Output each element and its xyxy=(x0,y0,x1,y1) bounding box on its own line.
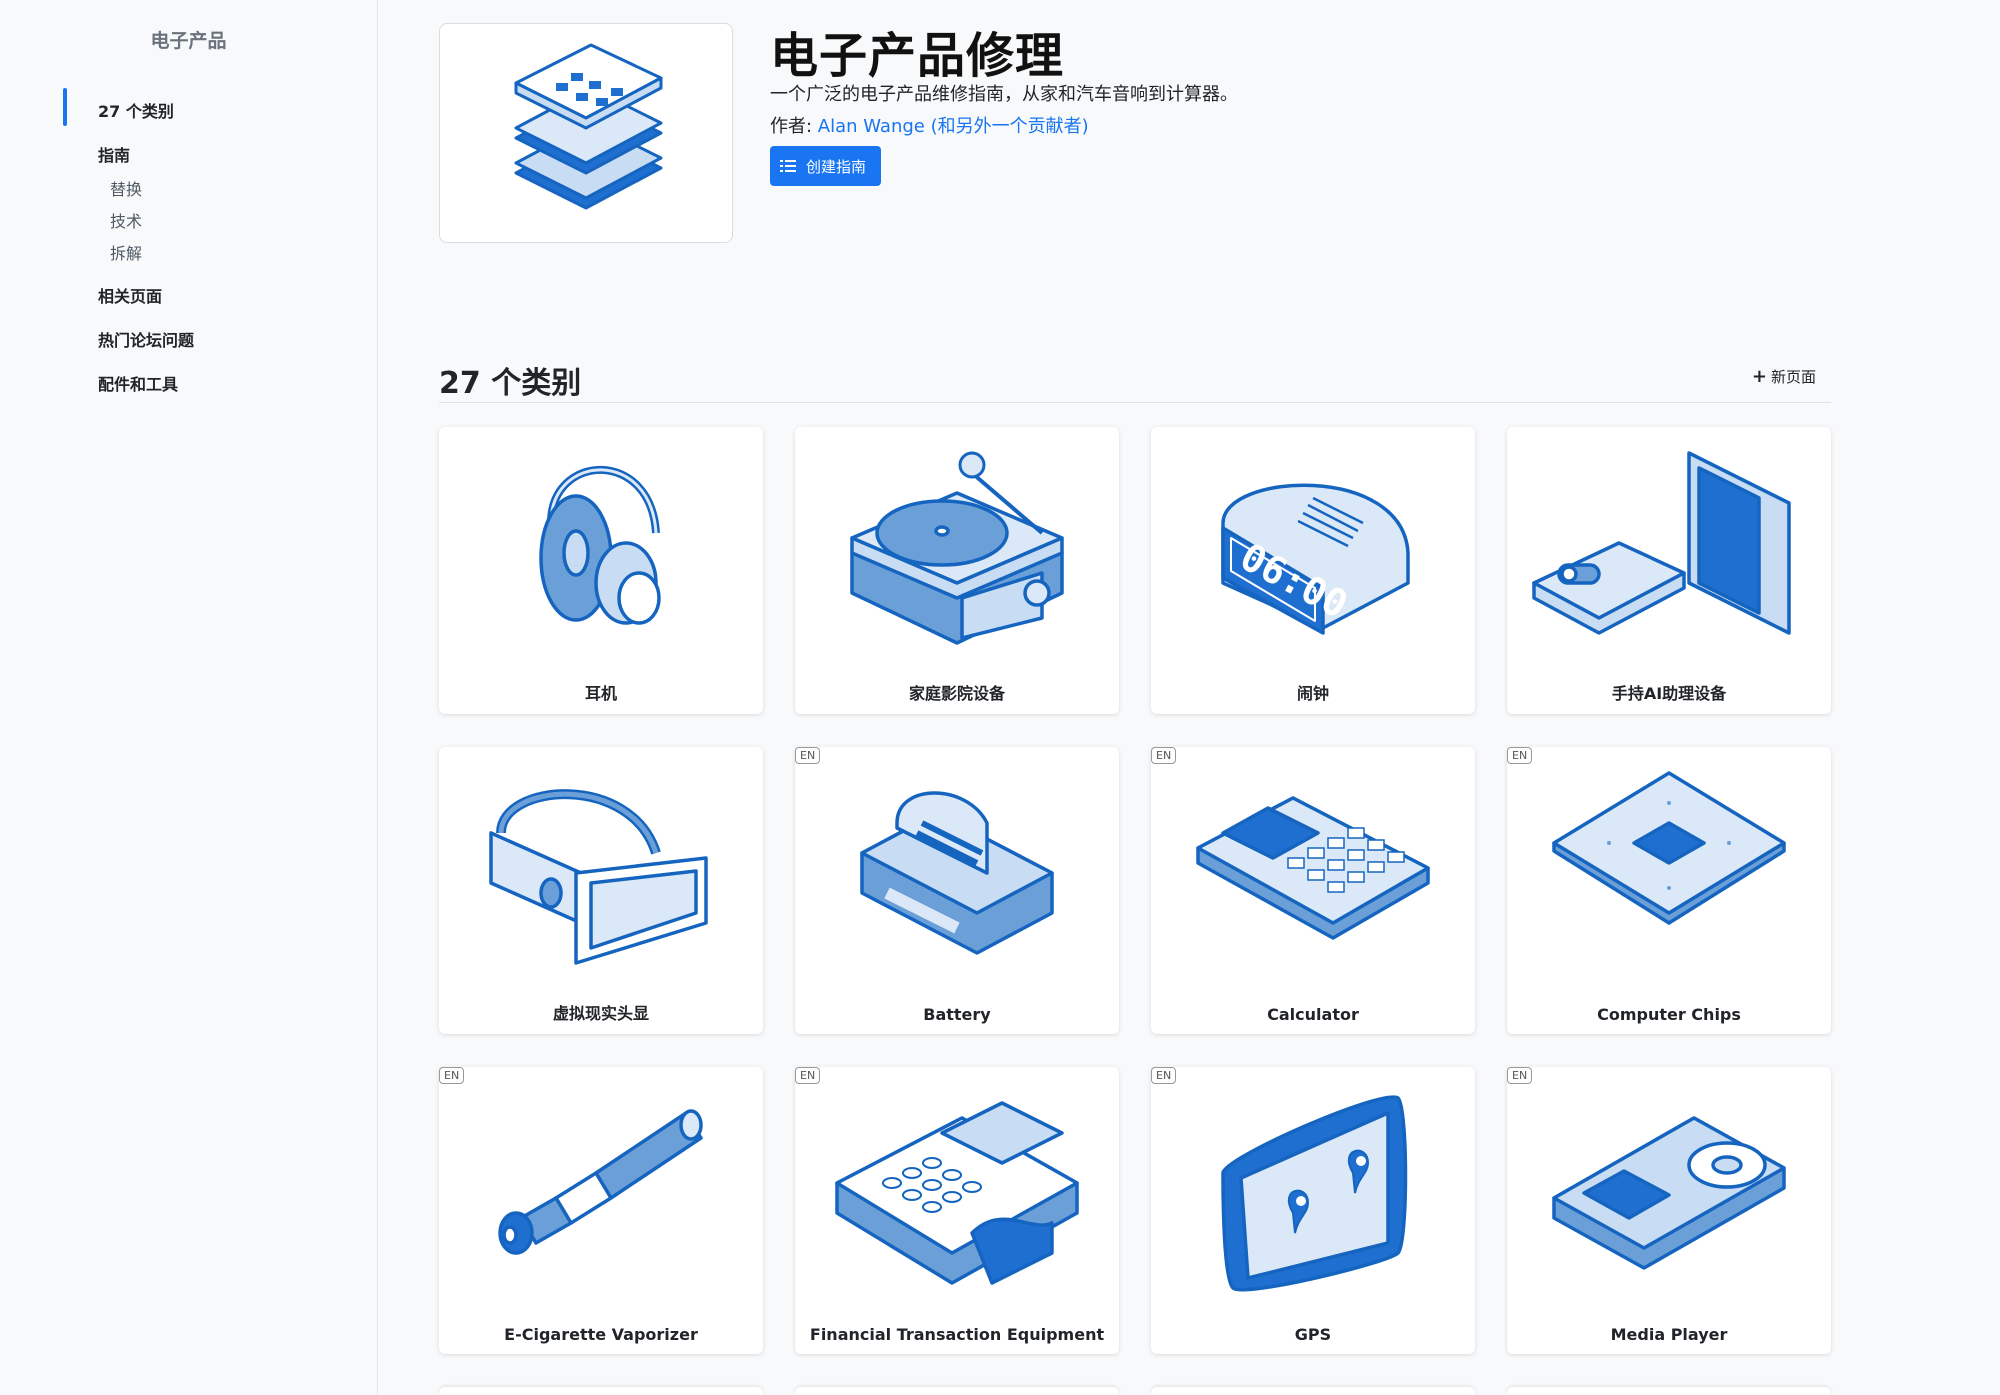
new-page-button[interactable]: + 新页面 xyxy=(1752,366,1816,387)
sidebar-item-categories[interactable]: 27 个类别 xyxy=(98,98,174,122)
en-badge: EN xyxy=(1151,747,1177,764)
category-card-media-player[interactable]: EN Media Player xyxy=(1507,1067,1831,1354)
section-divider xyxy=(439,402,1831,403)
category-label: 手持AI助理设备 xyxy=(1611,684,1727,703)
turntable-icon xyxy=(850,451,1064,645)
sidebar: 电子产品 27 个类别 指南 替换 技术 拆解 相关页面 热门论坛问题 配件和工… xyxy=(0,0,378,1395)
en-badge: EN xyxy=(1507,747,1533,764)
sidebar-item-related[interactable]: 相关页面 xyxy=(98,283,162,307)
category-label: Computer Chips xyxy=(1597,1005,1741,1024)
en-badge: EN xyxy=(1151,1067,1177,1084)
new-page-label: 新页面 xyxy=(1770,368,1816,386)
category-grid: 耳机 家庭影院设备 06:00 闹钟 手持AI助理设备 虚拟现实头显 EN Ba… xyxy=(439,427,1831,1395)
sidebar-active-indicator xyxy=(63,88,67,126)
category-label: GPS xyxy=(1294,1325,1332,1344)
headphones-icon xyxy=(539,465,661,625)
category-card-battery[interactable]: EN Battery xyxy=(795,747,1119,1034)
category-card-headphones[interactable]: 耳机 xyxy=(439,427,763,714)
hero-image xyxy=(439,23,733,243)
sidebar-title: 电子产品 xyxy=(150,30,227,52)
category-card-home-theater[interactable]: 家庭影院设备 xyxy=(795,427,1119,714)
list-icon xyxy=(780,159,796,173)
category-label: Battery xyxy=(923,1005,991,1024)
category-label: 虚拟现实头显 xyxy=(552,1004,649,1023)
page-description: 一个广泛的电子产品维修指南，从家和汽车音响到计算器。 xyxy=(770,84,1238,105)
gps-icon xyxy=(1221,1095,1408,1292)
sidebar-subitem-technique[interactable]: 技术 xyxy=(110,208,142,232)
plus-icon: + xyxy=(1751,366,1767,387)
vaporizer-icon xyxy=(498,1109,703,1255)
sidebar-subitem-replacement[interactable]: 替换 xyxy=(110,176,142,200)
author-prefix: 作者: xyxy=(770,116,818,137)
sidebar-item-forum[interactable]: 热门论坛问题 xyxy=(98,327,194,351)
en-badge: EN xyxy=(795,747,821,764)
category-card-vaporizer[interactable]: EN E-Cigarette Vaporizer xyxy=(439,1067,763,1354)
alarm-clock-icon: 06:00 xyxy=(1221,483,1410,635)
category-card-partial[interactable] xyxy=(439,1387,763,1395)
author-link[interactable]: Alan Wange (和另外一个贡献者) xyxy=(818,116,1089,137)
category-card-partial[interactable] xyxy=(1507,1387,1831,1395)
ai-assistant-icon xyxy=(1532,451,1791,635)
payment-terminal-icon xyxy=(835,1101,1079,1285)
create-guide-button[interactable]: 创建指南 xyxy=(770,146,881,186)
category-card-alarm-clock[interactable]: 06:00 闹钟 xyxy=(1151,427,1475,714)
category-label: 耳机 xyxy=(584,684,617,703)
battery-icon xyxy=(860,791,1054,955)
category-card-partial[interactable] xyxy=(1151,1387,1475,1395)
section-title: 27 个类别 xyxy=(439,366,582,401)
media-player-icon xyxy=(1552,1116,1786,1270)
calculator-icon xyxy=(1196,796,1430,940)
en-badge: EN xyxy=(1507,1067,1533,1084)
category-card-payment-terminal[interactable]: EN Financial Transaction Equipment xyxy=(795,1067,1119,1354)
category-card-computer-chips[interactable]: EN Computer Chips xyxy=(1507,747,1831,1034)
vr-headset-icon xyxy=(489,789,708,965)
category-card-gps[interactable]: EN GPS xyxy=(1151,1067,1475,1354)
sidebar-item-guides[interactable]: 指南 xyxy=(98,142,130,166)
author-line: 作者: Alan Wange (和另外一个贡献者) xyxy=(770,112,1089,138)
en-badge: EN xyxy=(439,1067,465,1084)
category-label: 闹钟 xyxy=(1296,684,1329,703)
category-card-partial[interactable] xyxy=(795,1387,1119,1395)
category-label: Calculator xyxy=(1267,1005,1359,1024)
en-badge: EN xyxy=(795,1067,821,1084)
category-card-ai-assistant[interactable]: 手持AI助理设备 xyxy=(1507,427,1831,714)
category-card-calculator[interactable]: EN Calculator xyxy=(1151,747,1475,1034)
sidebar-item-parts[interactable]: 配件和工具 xyxy=(98,371,178,395)
chip-icon xyxy=(1552,771,1786,925)
category-label: Financial Transaction Equipment xyxy=(809,1325,1105,1344)
page-title: 电子产品修理 xyxy=(770,28,1065,84)
category-label: 家庭影院设备 xyxy=(908,684,1005,703)
electronics-layers-icon xyxy=(514,43,663,210)
category-card-vr-headset[interactable]: 虚拟现实头显 xyxy=(439,747,763,1034)
category-label: E-Cigarette Vaporizer xyxy=(504,1325,698,1344)
category-label: Media Player xyxy=(1610,1325,1728,1344)
create-guide-label: 创建指南 xyxy=(806,157,867,176)
sidebar-subitem-teardown[interactable]: 拆解 xyxy=(110,240,142,264)
